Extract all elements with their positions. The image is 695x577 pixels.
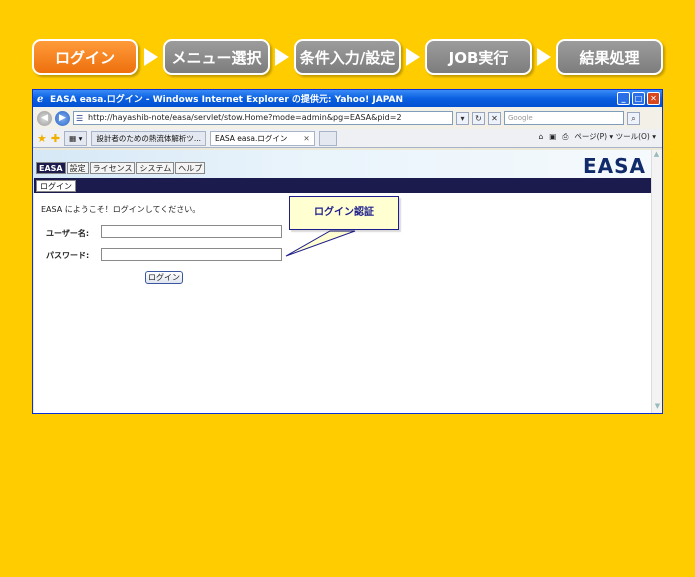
login-auth-callout: ログイン認証 bbox=[289, 196, 399, 230]
callout-pointer bbox=[285, 230, 356, 257]
